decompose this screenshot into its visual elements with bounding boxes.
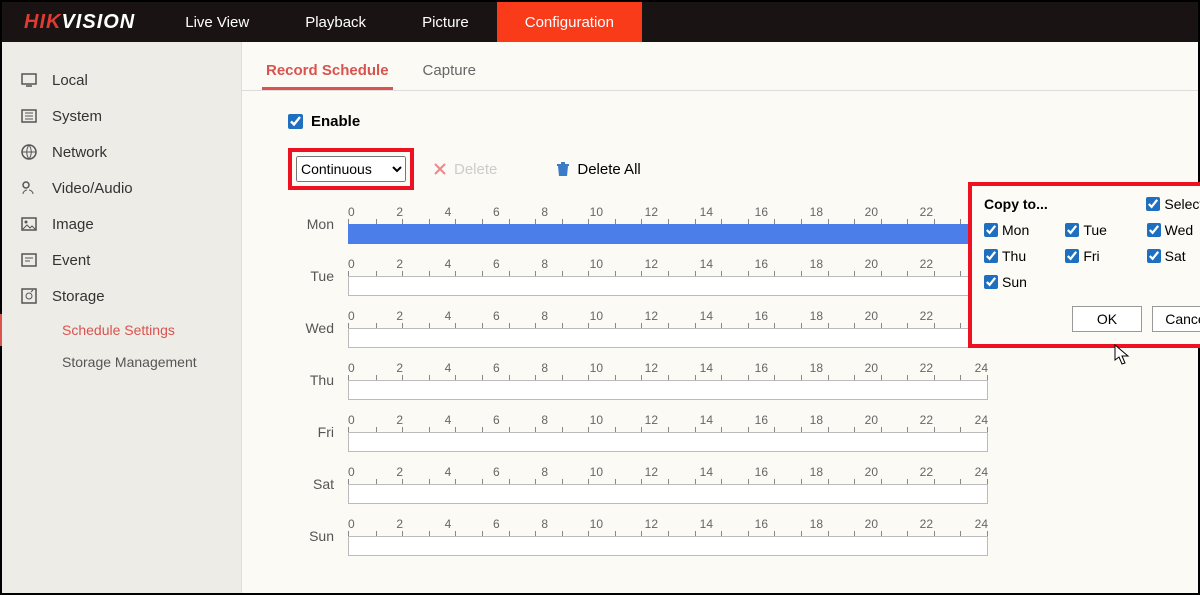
- schedule-track[interactable]: 024681012141618202224: [348, 205, 988, 244]
- day-label: Fri: [288, 424, 348, 440]
- topnav-picture[interactable]: Picture: [394, 2, 497, 42]
- day-label: Tue: [288, 268, 348, 284]
- sidebar-sub-schedule-settings[interactable]: Schedule Settings: [0, 314, 241, 346]
- tab-capture[interactable]: Capture: [419, 56, 480, 90]
- popup-buttons: OK Cancel: [984, 306, 1200, 332]
- copy-day-sun[interactable]: Sun: [984, 274, 1059, 290]
- copy-day-checkbox[interactable]: [984, 275, 998, 289]
- system-icon: [20, 107, 38, 125]
- select-all-label: Select All: [1164, 196, 1200, 212]
- copy-day-thu[interactable]: Thu: [984, 248, 1059, 264]
- enable-label: Enable: [311, 113, 360, 130]
- sidebar-item-network[interactable]: Network: [2, 134, 241, 170]
- sidebar-item-local[interactable]: Local: [2, 62, 241, 98]
- main-area: LocalSystemNetworkVideo/AudioImageEventS…: [2, 42, 1198, 593]
- record-type-select[interactable]: Continuous: [296, 156, 406, 182]
- schedule-row-fri: Fri024681012141618202224: [288, 406, 1198, 458]
- popup-header: Copy to... Select All: [984, 196, 1200, 212]
- sidebar-item-image[interactable]: Image: [2, 206, 241, 242]
- copy-day-checkbox[interactable]: [984, 223, 998, 237]
- copy-day-sat[interactable]: Sat: [1147, 248, 1200, 264]
- copy-day-checkbox[interactable]: [1147, 223, 1161, 237]
- x-icon: [432, 161, 448, 177]
- day-label: Sun: [288, 528, 348, 544]
- schedule-bar[interactable]: [348, 276, 988, 296]
- schedule-bar[interactable]: [348, 484, 988, 504]
- topnav-configuration[interactable]: Configuration: [497, 2, 642, 42]
- sidebar-sub-storage-management[interactable]: Storage Management: [2, 346, 241, 378]
- popup-days-grid: Mon Tue Wed Thu Fri Sat Sun: [984, 222, 1200, 290]
- schedule-track[interactable]: 024681012141618202224: [348, 361, 988, 400]
- schedule-bar[interactable]: [348, 432, 988, 452]
- sidebar-item-system[interactable]: System: [2, 98, 241, 134]
- image-icon: [20, 215, 38, 233]
- popup-title: Copy to...: [984, 196, 1048, 212]
- event-icon: [20, 251, 38, 269]
- globe-icon: [20, 143, 38, 161]
- day-label: Mon: [288, 216, 348, 232]
- enable-checkbox[interactable]: [288, 114, 303, 129]
- storage-icon: [20, 287, 38, 305]
- copy-day-mon[interactable]: Mon: [984, 222, 1059, 238]
- delete-button[interactable]: Delete: [432, 161, 497, 178]
- schedule-bar[interactable]: [348, 224, 988, 244]
- schedule-bar[interactable]: [348, 328, 988, 348]
- topnav-live-view[interactable]: Live View: [157, 2, 277, 42]
- schedule-track[interactable]: 024681012141618202224: [348, 465, 988, 504]
- copy-day-checkbox[interactable]: [984, 249, 998, 263]
- top-bar: HIKVISION Live ViewPlaybackPictureConfig…: [2, 2, 1198, 42]
- copy-day-checkbox[interactable]: [1147, 249, 1161, 263]
- delete-all-label: Delete All: [577, 161, 640, 178]
- logo-suffix: VISION: [61, 11, 135, 33]
- copy-day-wed[interactable]: Wed: [1147, 222, 1200, 238]
- trash-icon: [555, 161, 571, 177]
- schedule-bar[interactable]: [348, 536, 988, 556]
- sidebar-item-event[interactable]: Event: [2, 242, 241, 278]
- sidebar-item-video-audio[interactable]: Video/Audio: [2, 170, 241, 206]
- schedule-bar[interactable]: [348, 380, 988, 400]
- va-icon: [20, 179, 38, 197]
- copy-day-checkbox[interactable]: [1065, 249, 1079, 263]
- schedule-track[interactable]: 024681012141618202224: [348, 309, 988, 348]
- copy-day-fri[interactable]: Fri: [1065, 248, 1140, 264]
- day-label: Thu: [288, 372, 348, 388]
- schedule-row-sat: Sat024681012141618202224: [288, 458, 1198, 510]
- cancel-button[interactable]: Cancel: [1152, 306, 1200, 332]
- tab-record-schedule[interactable]: Record Schedule: [262, 56, 393, 90]
- day-label: Wed: [288, 320, 348, 336]
- copy-to-popup: Copy to... Select All Mon Tue Wed Thu Fri Sat…: [968, 182, 1200, 348]
- schedule-row-sun: Sun024681012141618202224: [288, 510, 1198, 562]
- schedule-row-thu: Thu024681012141618202224: [288, 354, 1198, 406]
- sidebar-item-storage[interactable]: Storage: [2, 278, 241, 314]
- select-all-row[interactable]: Select All: [1146, 196, 1200, 212]
- dropdown-highlight: Continuous: [288, 148, 414, 190]
- day-label: Sat: [288, 476, 348, 492]
- monitor-icon: [20, 71, 38, 89]
- logo: HIKVISION: [2, 11, 157, 34]
- delete-label: Delete: [454, 161, 497, 178]
- sub-tabs: Record Schedule Capture: [242, 56, 1198, 91]
- sidebar: LocalSystemNetworkVideo/AudioImageEventS…: [2, 42, 242, 593]
- select-all-checkbox[interactable]: [1146, 197, 1160, 211]
- schedule-track[interactable]: 024681012141618202224: [348, 257, 988, 296]
- topnav-playback[interactable]: Playback: [277, 2, 394, 42]
- top-nav: Live ViewPlaybackPictureConfiguration: [157, 2, 642, 42]
- copy-day-tue[interactable]: Tue: [1065, 222, 1140, 238]
- content-panel: Record Schedule Capture Enable Continuous…: [242, 42, 1198, 593]
- schedule-track[interactable]: 024681012141618202224: [348, 413, 988, 452]
- schedule-track[interactable]: 024681012141618202224: [348, 517, 988, 556]
- logo-prefix: HIK: [24, 11, 61, 33]
- delete-all-button[interactable]: Delete All: [555, 161, 640, 178]
- ok-button[interactable]: OK: [1072, 306, 1142, 332]
- copy-day-checkbox[interactable]: [1065, 223, 1079, 237]
- enable-row: Enable: [288, 113, 1198, 130]
